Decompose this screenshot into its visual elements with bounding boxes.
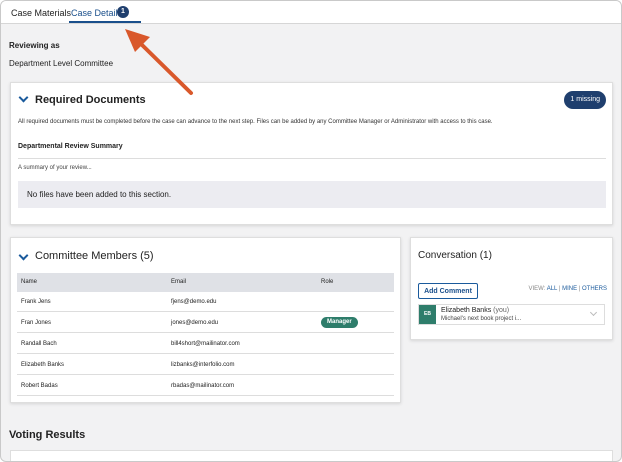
annotation-arrow-icon [125,29,193,95]
app-frame: Case Materials Case Details 1 Reviewing … [0,0,622,462]
